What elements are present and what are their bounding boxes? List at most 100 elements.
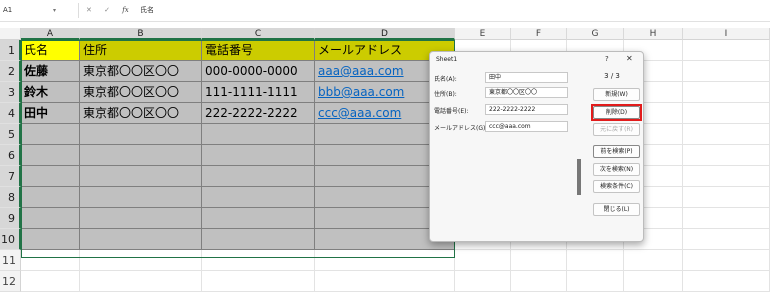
cell-a2[interactable]: 佐藤 [21, 61, 80, 82]
cell-a6[interactable] [21, 145, 80, 166]
cell-c12[interactable] [202, 271, 315, 292]
restore-button[interactable]: 元に戻す(R) [593, 123, 640, 136]
cell-a12[interactable] [21, 271, 80, 292]
cell-g11[interactable] [567, 250, 624, 271]
help-icon[interactable]: ? [605, 55, 609, 63]
row-header-3[interactable]: 3 [0, 82, 21, 103]
cell-d11[interactable] [315, 250, 455, 271]
cell-i3[interactable] [683, 82, 770, 103]
cell-b9[interactable] [80, 208, 202, 229]
cell-e12[interactable] [455, 271, 511, 292]
cell-i2[interactable] [683, 61, 770, 82]
row-header-2[interactable]: 2 [0, 61, 21, 82]
column-header-d[interactable]: D [315, 28, 455, 40]
cell-b10[interactable] [80, 229, 202, 250]
field-input-phone[interactable]: 222-2222-2222 [485, 104, 568, 115]
cell-c2[interactable]: 000-0000-0000 [202, 61, 315, 82]
delete-button[interactable]: 削除(D) [593, 106, 640, 119]
cell-a11[interactable] [21, 250, 80, 271]
row-header-6[interactable]: 6 [0, 145, 21, 166]
insert-function-icon[interactable]: fx [122, 6, 129, 14]
close-button[interactable]: 閉じる(L) [593, 203, 640, 216]
formula-input[interactable]: 氏名 [140, 4, 154, 17]
column-header-h[interactable]: H [624, 28, 683, 40]
row-header-8[interactable]: 8 [0, 187, 21, 208]
cell-i11[interactable] [683, 250, 770, 271]
cell-a8[interactable] [21, 187, 80, 208]
cell-a1[interactable]: 氏名 [21, 40, 80, 61]
cell-b3[interactable]: 東京都〇〇区〇〇 [80, 82, 202, 103]
column-header-c[interactable]: C [202, 28, 315, 40]
cell-b11[interactable] [80, 250, 202, 271]
cell-a3[interactable]: 鈴木 [21, 82, 80, 103]
cell-a10[interactable] [21, 229, 80, 250]
criteria-button[interactable]: 検索条件(C) [593, 180, 640, 193]
cell-b1[interactable]: 住所 [80, 40, 202, 61]
close-icon[interactable]: ✕ [626, 54, 633, 63]
field-input-address[interactable]: 東京都〇〇区〇〇 [485, 87, 568, 98]
cell-b12[interactable] [80, 271, 202, 292]
row-header-4[interactable]: 4 [0, 103, 21, 124]
record-scrollbar[interactable] [577, 159, 581, 195]
cell-c6[interactable] [202, 145, 315, 166]
row-header-10[interactable]: 10 [0, 229, 21, 250]
cell-i6[interactable] [683, 145, 770, 166]
cell-h11[interactable] [624, 250, 683, 271]
cell-i1[interactable] [683, 40, 770, 61]
cell-c11[interactable] [202, 250, 315, 271]
cell-c1[interactable]: 電話番号 [202, 40, 315, 61]
cancel-icon[interactable]: ✕ [86, 6, 97, 14]
cell-h12[interactable] [624, 271, 683, 292]
cell-a4[interactable]: 田中 [21, 103, 80, 124]
cell-b2[interactable]: 東京都〇〇区〇〇 [80, 61, 202, 82]
cell-b5[interactable] [80, 124, 202, 145]
cell-b8[interactable] [80, 187, 202, 208]
field-input-name[interactable]: 田中 [485, 72, 568, 83]
cell-c9[interactable] [202, 208, 315, 229]
row-header-9[interactable]: 9 [0, 208, 21, 229]
name-box[interactable]: A1 ▾ [3, 4, 73, 17]
cell-a5[interactable] [21, 124, 80, 145]
cell-c4[interactable]: 222-2222-2222 [202, 103, 315, 124]
enter-icon[interactable]: ✓ [104, 6, 115, 14]
row-header-11[interactable]: 11 [0, 250, 21, 271]
select-all-corner[interactable] [0, 28, 21, 40]
column-header-i[interactable]: I [683, 28, 770, 40]
new-button[interactable]: 新規(W) [593, 88, 640, 101]
cell-i5[interactable] [683, 124, 770, 145]
column-header-g[interactable]: G [567, 28, 624, 40]
cell-b7[interactable] [80, 166, 202, 187]
field-input-email[interactable]: ccc@aaa.com [485, 121, 568, 132]
cell-i7[interactable] [683, 166, 770, 187]
cell-i8[interactable] [683, 187, 770, 208]
column-header-b[interactable]: B [80, 28, 202, 40]
cell-e11[interactable] [455, 250, 511, 271]
cell-i4[interactable] [683, 103, 770, 124]
cell-f12[interactable] [511, 271, 567, 292]
cell-b4[interactable]: 東京都〇〇区〇〇 [80, 103, 202, 124]
cell-i10[interactable] [683, 229, 770, 250]
cell-i12[interactable] [683, 271, 770, 292]
cell-a7[interactable] [21, 166, 80, 187]
cell-c10[interactable] [202, 229, 315, 250]
find-next-button[interactable]: 次を検索(N) [593, 163, 640, 176]
cell-d12[interactable] [315, 271, 455, 292]
cell-i9[interactable] [683, 208, 770, 229]
cell-g12[interactable] [567, 271, 624, 292]
cell-b6[interactable] [80, 145, 202, 166]
column-header-f[interactable]: F [511, 28, 567, 40]
name-box-dropdown-icon[interactable]: ▾ [53, 4, 56, 17]
cell-c5[interactable] [202, 124, 315, 145]
column-header-a[interactable]: A [21, 28, 80, 40]
cell-f11[interactable] [511, 250, 567, 271]
row-header-1[interactable]: 1 [0, 40, 21, 61]
row-header-5[interactable]: 5 [0, 124, 21, 145]
column-header-e[interactable]: E [455, 28, 511, 40]
cell-c3[interactable]: 111-1111-1111 [202, 82, 315, 103]
cell-a9[interactable] [21, 208, 80, 229]
row-header-7[interactable]: 7 [0, 166, 21, 187]
cell-c7[interactable] [202, 166, 315, 187]
find-prev-button[interactable]: 前を検索(P) [593, 145, 640, 158]
row-header-12[interactable]: 12 [0, 271, 21, 292]
cell-c8[interactable] [202, 187, 315, 208]
